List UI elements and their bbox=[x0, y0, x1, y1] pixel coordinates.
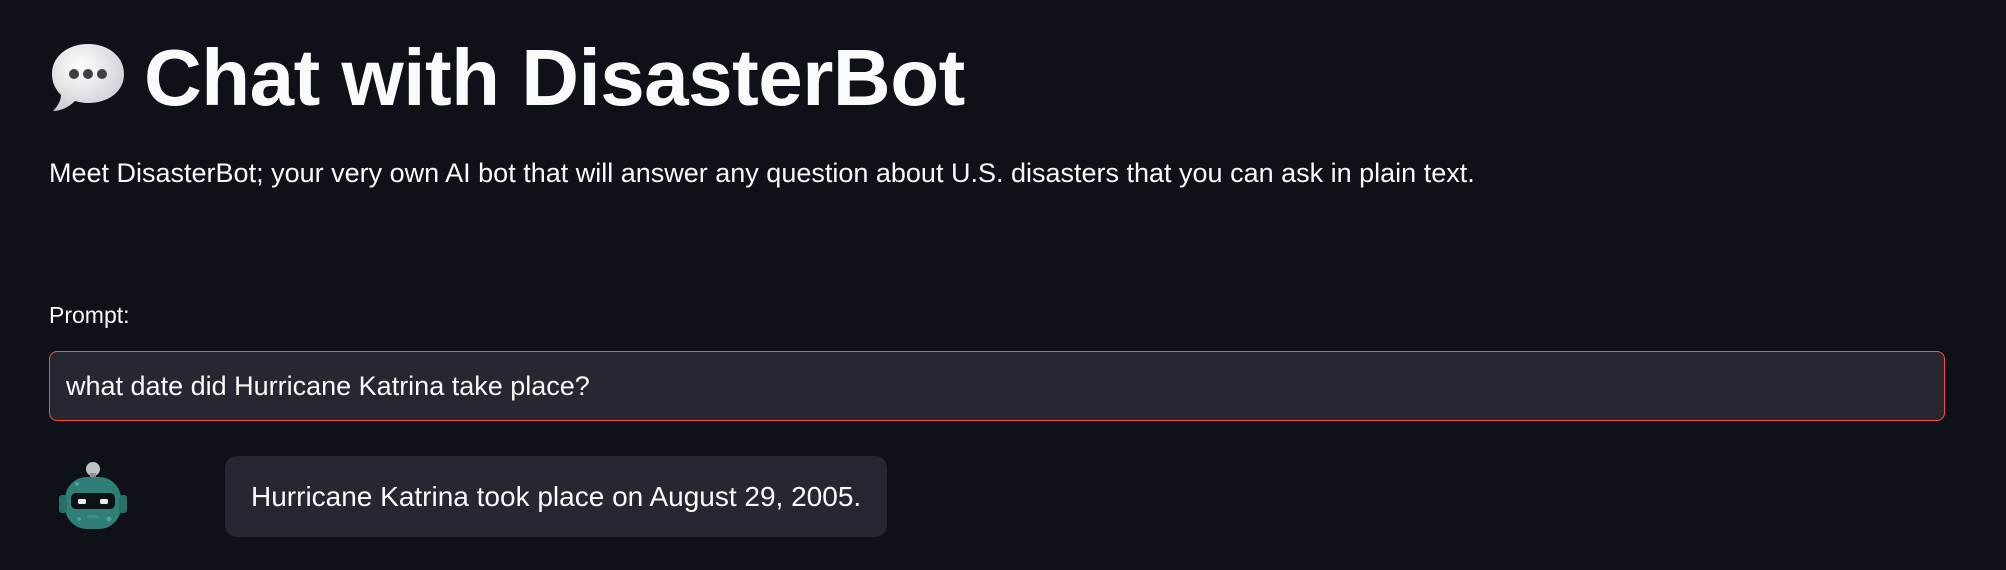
speech-bubble-icon bbox=[48, 38, 128, 118]
prompt-label: Prompt: bbox=[49, 302, 130, 328]
page-description: Meet DisasterBot; your very own AI bot t… bbox=[49, 158, 1475, 188]
page-title: Chat with DisasterBot bbox=[48, 28, 965, 128]
prompt-input[interactable] bbox=[49, 351, 1945, 421]
message-bubble: Hurricane Katrina took place on August 2… bbox=[225, 456, 888, 537]
page-title-text: Chat with DisasterBot bbox=[144, 33, 965, 122]
robot-icon bbox=[55, 459, 131, 535]
chat-message: Hurricane Katrina took place on August 2… bbox=[55, 456, 888, 537]
